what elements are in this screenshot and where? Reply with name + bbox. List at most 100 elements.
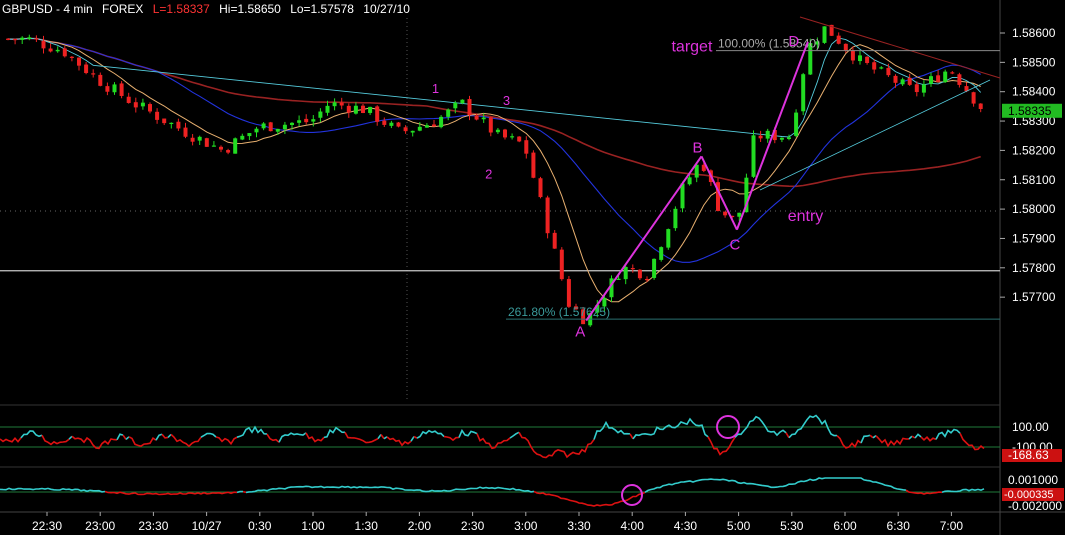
time-tick-label: 4:30 [674, 519, 698, 533]
candle-body [69, 56, 74, 58]
price-tick-label: 1.57900 [1012, 231, 1056, 245]
candle-body [148, 104, 152, 112]
candle-body [332, 102, 337, 107]
time-tick-label: 4:00 [621, 519, 645, 533]
candle-body [921, 84, 926, 93]
candle-body [55, 49, 60, 52]
time-tick-label: 7:00 [940, 519, 964, 533]
candle-body [779, 137, 784, 140]
candle-body [389, 122, 394, 126]
candle-body [77, 57, 81, 66]
macd-line [236, 490, 243, 494]
candle-body [978, 103, 983, 109]
macd-tick-label: 0.001000 [1008, 473, 1058, 487]
candle-body [211, 145, 216, 147]
candle-body [488, 117, 493, 133]
candle-body [112, 84, 117, 93]
time-tick-label: 6:00 [833, 519, 857, 533]
candle-body [460, 99, 465, 104]
candle-body [48, 48, 53, 52]
candle-body [446, 109, 451, 117]
candle-body [538, 178, 543, 198]
candle-body [119, 83, 124, 96]
candle-body [254, 128, 259, 133]
candle-body [410, 130, 415, 133]
time-tick-label: 5:30 [780, 519, 804, 533]
candle-body [226, 150, 231, 153]
time-tick-label: 2:30 [461, 519, 485, 533]
candle-body [339, 102, 344, 106]
time-tick-label: 6:30 [887, 519, 911, 533]
candle-body [290, 122, 294, 126]
candle-body [325, 105, 330, 113]
candle-body [545, 197, 550, 234]
cci-tick-label: 100.00 [1012, 420, 1049, 434]
candle-body [155, 111, 160, 120]
candle-body [382, 120, 387, 125]
candle-body [105, 86, 110, 92]
candle-body [893, 75, 898, 83]
candle-body [645, 278, 649, 281]
candle-body [957, 74, 962, 85]
candle-body [936, 75, 941, 82]
candle-body [836, 35, 841, 44]
candle-body [559, 249, 564, 280]
pattern-label-C: C [730, 237, 741, 254]
candle-body [126, 96, 131, 103]
candle-body [794, 112, 799, 136]
candle-body [907, 77, 912, 85]
candle-body [758, 135, 763, 139]
candle-body [375, 106, 380, 122]
candle-body [765, 130, 770, 139]
time-tick-label: 3:00 [514, 519, 538, 533]
candle-body [481, 117, 486, 120]
price-tick-label: 1.58500 [1012, 55, 1056, 69]
macd-tick-label: -0.002000 [1008, 499, 1062, 513]
time-tick-label: 2:00 [408, 519, 432, 533]
candle-body [311, 119, 316, 122]
candle-body [879, 67, 884, 69]
candle-body [503, 129, 507, 138]
candle-body [495, 129, 500, 133]
candle-body [787, 137, 791, 139]
candle-body [737, 212, 742, 217]
candle-body [346, 105, 351, 113]
last-price-label: L=1.58337 [152, 2, 210, 16]
candle-body [183, 127, 188, 137]
time-tick-label: 3:30 [567, 519, 591, 533]
symbol-label: GBPUSD - 4 min [2, 2, 93, 16]
time-tick-label: 0:30 [248, 519, 272, 533]
candle-body [439, 116, 444, 128]
macd-line [242, 490, 247, 494]
candle-body [304, 118, 309, 123]
candle-body [219, 146, 223, 150]
pattern-label-A: A [575, 324, 585, 341]
candle-body [858, 55, 862, 62]
candle-body [240, 135, 245, 140]
low-label: Lo=1.57578 [290, 2, 354, 16]
candle-body [914, 84, 919, 93]
candle-body [247, 133, 252, 137]
cci-last-value: -168.63 [1008, 448, 1049, 462]
candle-body [751, 135, 756, 177]
time-tick-label: 5:00 [727, 519, 751, 533]
candle-body [659, 247, 664, 260]
candle-body [652, 258, 657, 278]
market-label: FOREX [102, 2, 144, 16]
pattern-label-3: 3 [503, 93, 510, 108]
candle-body [900, 79, 905, 85]
price-tick-label: 1.58400 [1012, 85, 1056, 99]
candle-body [361, 105, 365, 114]
pattern-label-B: B [692, 139, 702, 156]
chart-header: GBPUSD - 4 min FOREX L=1.58337 Hi=1.5865… [2, 2, 416, 16]
candle-body [524, 140, 529, 154]
candle-body [84, 64, 89, 74]
pattern-label-target: target [671, 39, 712, 56]
high-label: Hi=1.58650 [219, 2, 281, 16]
candle-body [453, 102, 458, 109]
candle-body [843, 43, 848, 51]
candle-body [886, 67, 891, 76]
candle-body [396, 122, 401, 127]
candle-body [424, 125, 429, 128]
price-tick-label: 1.58600 [1012, 26, 1056, 40]
